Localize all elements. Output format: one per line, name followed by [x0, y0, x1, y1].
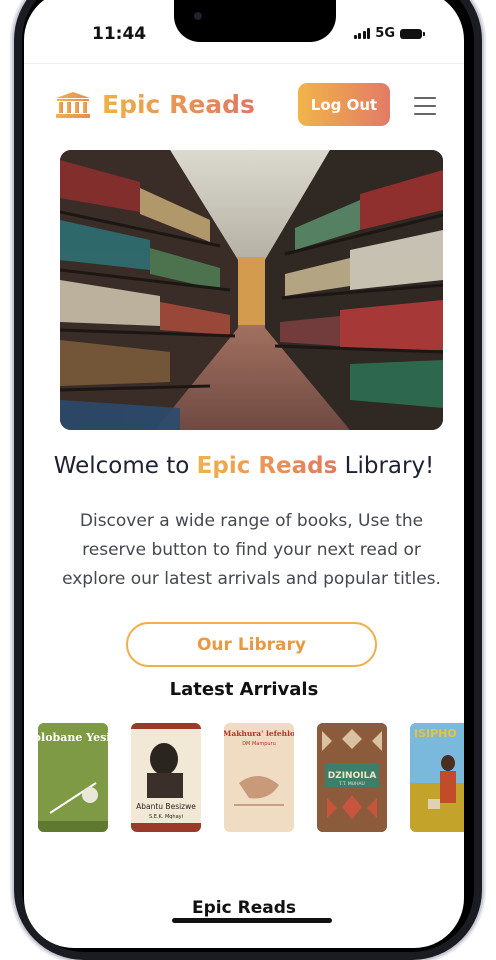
our-library-button[interactable]: Our Library — [126, 622, 377, 667]
book-title: DZINOILA — [328, 771, 377, 781]
app-header: Epic Reads Log Out — [24, 63, 464, 132]
book-title: ISIPHO — [414, 727, 457, 740]
library-shelves-image — [60, 150, 443, 430]
status-time: 11:44 — [92, 24, 147, 44]
book-title: Makhura' lefehlo — [224, 729, 294, 738]
book-cover-ingolobane-yesizwe[interactable]: Ingolobane Yesizwe — [38, 723, 108, 832]
welcome-prefix: Welcome to — [53, 453, 197, 479]
brand-logo[interactable]: Epic Reads — [56, 90, 255, 119]
bank-icon — [56, 91, 90, 118]
network-type: 5G — [375, 26, 395, 41]
book-title-line: Ingolobane Yesizwe — [38, 731, 108, 744]
book-author: S.E.K. Mqhayi — [149, 814, 183, 820]
book-cover-abantu-besizwe[interactable]: Abantu Besizwe S.E.K. Mqhayi — [131, 723, 201, 832]
latest-arrivals-heading: Latest Arrivals — [169, 679, 319, 700]
screen: 11:44 5G Epic Reads Log Out Welcome to E… — [24, 0, 464, 948]
home-indicator[interactable] — [172, 918, 332, 923]
footer-brand[interactable]: Epic Reads — [24, 898, 464, 918]
book-cover-art: Abantu Besizwe S.E.K. Mqhayi — [131, 723, 201, 832]
book-cover-makhura-lefehlo[interactable]: Makhura' lefehlo DM Mampuru — [224, 723, 294, 832]
dynamic-island — [174, 0, 336, 42]
book-cover-art: ISIPHO — [410, 723, 464, 832]
welcome-brand: Epic Reads — [196, 453, 338, 479]
status-indicators: 5G — [353, 26, 425, 41]
logout-button[interactable]: Log Out — [298, 83, 390, 126]
welcome-suffix: Library! — [337, 453, 435, 479]
book-cover-art: Makhura' lefehlo DM Mampuru — [224, 723, 294, 832]
book-cover-isipho[interactable]: ISIPHO — [410, 723, 464, 832]
book-author: DM Mampuru — [242, 741, 276, 747]
book-title: Abantu Besizwe — [136, 802, 196, 811]
hamburger-menu-icon[interactable] — [414, 97, 436, 115]
phone-frame: 11:44 5G Epic Reads Log Out Welcome to E… — [0, 0, 496, 960]
book-cover-art: Ingolobane Yesizwe — [38, 723, 108, 832]
brand-name: Epic Reads — [102, 90, 255, 119]
camera-icon — [194, 12, 202, 20]
signal-icon — [353, 28, 371, 39]
battery-icon — [400, 28, 425, 39]
welcome-description: Discover a wide range of books, Use the … — [62, 511, 441, 589]
hero-image — [60, 150, 443, 430]
book-author: T.T. MUHAU — [338, 781, 365, 787]
book-cover-dzinoila[interactable]: DZINOILA T.T. MUHAU — [317, 723, 387, 832]
book-cover-art: DZINOILA T.T. MUHAU — [317, 723, 387, 832]
welcome-heading: Welcome to Epic Reads Library! — [24, 453, 464, 479]
